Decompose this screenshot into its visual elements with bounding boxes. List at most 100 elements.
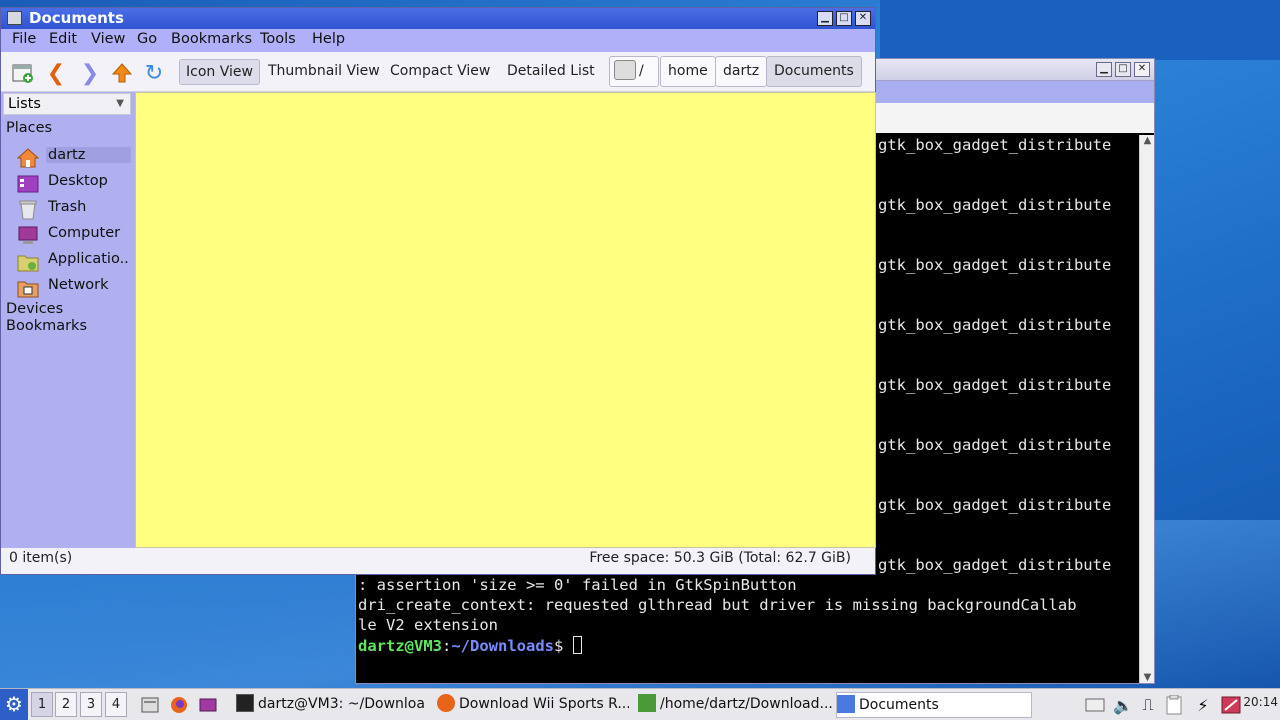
breadcrumb-documents[interactable]: Documents — [766, 56, 862, 87]
sidebar-item-label: Desktop — [48, 173, 108, 189]
breadcrumb-home[interactable]: home — [660, 56, 716, 87]
minimize-button[interactable]: ▁ — [1096, 62, 1112, 77]
update-notifier-icon[interactable] — [1220, 694, 1242, 716]
terminal-icon — [236, 694, 254, 712]
task-label: dartz@VM3: ~/Downloa... — [258, 696, 426, 712]
sidebar-item-computer[interactable]: Computer — [15, 224, 131, 248]
task-documents[interactable]: Documents — [836, 692, 1032, 718]
terminal-line: gtk_box_gadget_distribute — [878, 256, 1112, 274]
back-icon[interactable]: ❮ — [44, 61, 68, 86]
workspace-2[interactable]: 2 — [55, 692, 77, 717]
sidebar-item-label: dartz — [46, 147, 131, 163]
scroll-down-icon[interactable]: ▼ — [1142, 672, 1153, 683]
breadcrumb-root[interactable]: / — [609, 56, 659, 87]
devices-heading[interactable]: Devices — [6, 301, 63, 317]
media-launcher-icon[interactable] — [197, 694, 219, 716]
menu-logo-icon: ⚙ — [5, 692, 23, 716]
trash-icon — [17, 200, 39, 220]
taskbar: ⚙ 1 2 3 4 dartz@VM3: ~/Downloa... Downlo… — [0, 688, 1280, 720]
terminal-line: gtk_box_gadget_distribute — [878, 196, 1112, 214]
sidebar-item-label: Applicatio... — [48, 251, 130, 267]
network-tray-icon[interactable]: ⚡ — [1192, 694, 1214, 716]
firefox-launcher-icon[interactable] — [168, 694, 190, 716]
prompt-user: dartz@VM3 — [358, 637, 442, 655]
bookmarks-heading[interactable]: Bookmarks — [6, 318, 87, 334]
thumbnail-view-button[interactable]: Thumbnail View — [262, 59, 386, 85]
terminal-line: gtk_box_gadget_distribute — [878, 316, 1112, 334]
start-menu-button[interactable]: ⚙ — [0, 689, 28, 720]
minimize-button[interactable]: ▁ — [817, 11, 833, 26]
clipboard-icon[interactable] — [1163, 694, 1185, 716]
folder-icon — [837, 695, 855, 713]
volume-icon[interactable]: 🔈 — [1112, 694, 1134, 716]
side-pane-mode-label: Lists — [8, 96, 41, 112]
item-count: 0 item(s) — [9, 550, 73, 566]
scroll-up-icon[interactable]: ▲ — [1142, 135, 1153, 146]
maximize-button[interactable]: □ — [1115, 62, 1131, 77]
terminal-line: gtk_box_gadget_distribute — [878, 496, 1112, 514]
up-icon[interactable] — [110, 61, 134, 85]
usb-icon[interactable]: ⎍ — [1137, 694, 1159, 716]
menu-go[interactable]: Go — [137, 31, 157, 47]
new-tab-icon[interactable] — [11, 61, 35, 85]
drive-icon — [614, 60, 636, 80]
close-button[interactable]: ✕ — [1134, 62, 1150, 77]
toolbar: ❮ ❯ ↻ Icon View Thumbnail View Compact V… — [1, 52, 875, 92]
places-heading[interactable]: Places — [6, 120, 52, 136]
workspace-4[interactable]: 4 — [105, 692, 127, 717]
menu-help[interactable]: Help — [312, 31, 345, 47]
file-manager-window[interactable]: Documents ▁ □ ✕ File Edit View Go Bookma… — [0, 7, 876, 575]
menu-edit[interactable]: Edit — [49, 31, 77, 47]
task-label: Download Wii Sports R... — [459, 696, 629, 712]
sidebar-item-label: Trash — [48, 199, 87, 215]
reload-icon[interactable]: ↻ — [142, 61, 166, 86]
menu-view[interactable]: View — [91, 31, 125, 47]
menu-bookmarks[interactable]: Bookmarks — [171, 31, 252, 47]
computer-icon — [17, 226, 39, 246]
workspace-3[interactable]: 3 — [80, 692, 102, 717]
breadcrumb-root-label: / — [639, 63, 644, 79]
terminal-prompt[interactable]: dartz@VM3:~/Downloads$ — [358, 636, 582, 655]
firefox-icon — [437, 694, 455, 712]
menu-tools[interactable]: Tools — [260, 31, 296, 47]
terminal-line: le V2 extension — [358, 616, 498, 634]
menu-file[interactable]: File — [12, 31, 36, 47]
terminal-line: gtk_box_gadget_distribute — [878, 136, 1112, 154]
maximize-button[interactable]: □ — [836, 11, 852, 26]
file-manager-titlebar[interactable]: Documents ▁ □ ✕ — [1, 8, 875, 29]
forward-icon[interactable]: ❯ — [78, 61, 102, 86]
terminal-line: : assertion 'size >= 0' failed in GtkSpi… — [358, 576, 797, 594]
prompt-separator: : — [442, 637, 452, 655]
terminal-line: gtk_box_gadget_distribute — [878, 436, 1112, 454]
clock[interactable]: 20:14 — [1243, 695, 1278, 709]
chevron-down-icon: ▼ — [116, 98, 124, 109]
window-title: Documents — [29, 9, 124, 27]
status-bar: 0 item(s) Free space: 50.3 GiB (Total: 6… — [1, 548, 875, 572]
keyboard-icon[interactable] — [1084, 694, 1106, 716]
sidebar-item-label: Computer — [48, 225, 121, 241]
task-terminal[interactable]: dartz@VM3: ~/Downloa... — [236, 692, 426, 718]
sidebar-item-trash[interactable]: Trash — [15, 198, 131, 222]
task-archive[interactable]: /home/dartz/Download... — [638, 692, 832, 718]
side-pane-mode-select[interactable]: Lists ▼ — [3, 93, 131, 115]
terminal-scrollbar[interactable]: ▲ ▼ — [1139, 135, 1154, 683]
workspace-1[interactable]: 1 — [31, 692, 53, 717]
sidebar: Lists ▼ Places dartz Desktop Trash Compu… — [1, 92, 135, 548]
desktop-icon — [17, 174, 39, 194]
detailed-list-button[interactable]: Detailed List — [501, 59, 601, 85]
archive-icon — [638, 694, 656, 712]
task-label: /home/dartz/Download... — [660, 696, 832, 712]
task-firefox[interactable]: Download Wii Sports R... — [437, 692, 629, 718]
close-button[interactable]: ✕ — [855, 11, 871, 26]
compact-view-button[interactable]: Compact View — [384, 59, 496, 85]
sidebar-item-dartz[interactable]: dartz — [15, 146, 131, 170]
sidebar-item-desktop[interactable]: Desktop — [15, 172, 131, 196]
text-cursor — [572, 636, 582, 654]
icon-view-button[interactable]: Icon View — [179, 59, 260, 85]
breadcrumb-dartz[interactable]: dartz — [715, 56, 768, 87]
sidebar-item-applications[interactable]: Applicatio... — [15, 250, 131, 274]
file-manager-launcher-icon[interactable] — [139, 694, 161, 716]
file-view-area[interactable] — [135, 92, 876, 548]
terminal-line: gtk_box_gadget_distribute — [878, 376, 1112, 394]
sidebar-item-network[interactable]: Network — [15, 276, 131, 300]
